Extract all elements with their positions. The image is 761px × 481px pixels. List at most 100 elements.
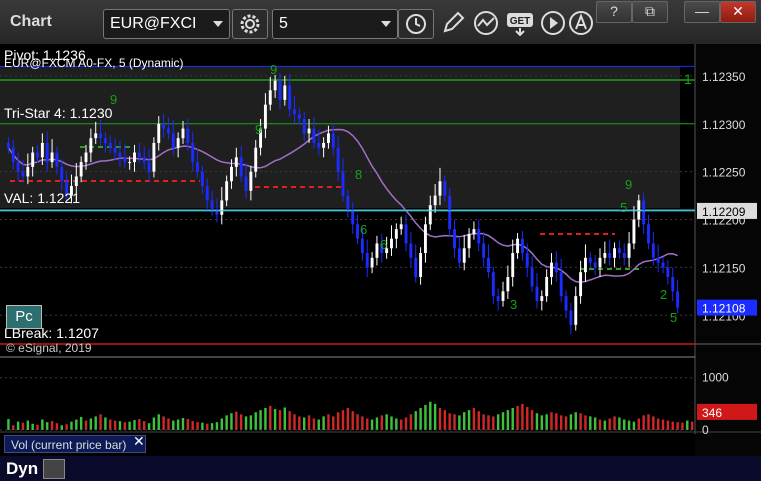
candle <box>613 248 616 258</box>
chevron-down-icon[interactable] <box>213 21 223 27</box>
candle <box>443 181 447 196</box>
candle <box>307 128 311 134</box>
lbreak-label: LBreak: 1.1207 <box>4 325 99 341</box>
candle <box>520 238 524 254</box>
candle <box>676 291 680 308</box>
candle <box>482 243 486 258</box>
candle <box>36 152 39 158</box>
pencil-icon[interactable] <box>440 10 466 36</box>
candle <box>239 157 243 177</box>
symbol-input[interactable]: EUR@FXCI <box>103 9 230 39</box>
y-tick-label: 1.12350 <box>702 70 746 84</box>
price-chart[interactable]: 99895632596 1.123501.123001.122501.12200… <box>0 44 761 456</box>
current-price-value: 1.12209 <box>702 205 746 219</box>
val-label: VAL: 1.1221 <box>4 190 81 206</box>
candle <box>574 296 578 325</box>
settings-button[interactable] <box>232 9 268 39</box>
candle <box>414 257 418 277</box>
candle <box>428 205 432 225</box>
candle <box>433 195 437 206</box>
play-icon[interactable] <box>540 10 566 36</box>
candle <box>477 229 481 244</box>
candle <box>346 195 350 210</box>
alert-icon[interactable] <box>568 10 594 36</box>
candle <box>186 128 190 143</box>
candle <box>6 142 10 148</box>
candle <box>103 138 107 143</box>
candle <box>569 310 573 325</box>
candle <box>225 181 229 201</box>
sequence-number: 5 <box>670 310 677 325</box>
dynamic-label[interactable]: Dyn <box>6 459 38 479</box>
candle <box>375 243 379 258</box>
title-bar: Chart EUR@FXCI 5 GET ? ⧉ — ✕ <box>0 0 761 45</box>
candle <box>564 296 568 311</box>
price-axis <box>695 44 761 456</box>
candle <box>647 224 650 244</box>
candle <box>249 171 253 191</box>
sequence-number: 9 <box>625 177 632 192</box>
symbol-value: EUR@FXCI <box>110 15 197 32</box>
candle <box>162 123 166 129</box>
svg-text:GET: GET <box>510 16 531 27</box>
candle <box>632 219 636 244</box>
candle <box>26 166 30 177</box>
close-button[interactable]: ✕ <box>720 1 756 23</box>
candle <box>31 152 35 167</box>
candle <box>399 224 403 230</box>
candle <box>419 253 423 277</box>
candle <box>220 200 224 215</box>
sequence-number: 9 <box>270 62 277 77</box>
candle <box>530 267 534 287</box>
candle <box>118 152 122 158</box>
get-data-icon[interactable]: GET <box>505 10 535 36</box>
candle <box>642 200 646 225</box>
candle <box>365 253 369 268</box>
candle <box>622 253 626 258</box>
candle <box>326 133 330 143</box>
candle <box>84 152 88 163</box>
candle <box>166 128 170 134</box>
candle <box>191 142 195 163</box>
candle <box>341 171 345 196</box>
candle <box>244 176 248 191</box>
time-button[interactable] <box>398 9 434 39</box>
candle <box>331 133 335 148</box>
dynamic-icon[interactable] <box>43 459 65 479</box>
candle <box>409 243 413 258</box>
candle <box>157 123 161 143</box>
sequence-number: 2 <box>660 287 667 302</box>
copyright: © eSignal, 2019 <box>6 341 92 355</box>
candle <box>302 119 306 134</box>
study-icon[interactable] <box>472 10 500 36</box>
candle <box>99 133 103 139</box>
candle <box>598 257 602 268</box>
candle <box>637 200 641 220</box>
clock-icon <box>406 14 426 34</box>
candle <box>491 272 495 297</box>
candle <box>50 152 54 163</box>
candle <box>273 80 277 91</box>
candle <box>40 142 44 158</box>
chevron-down-icon[interactable] <box>381 21 391 27</box>
candle <box>297 114 301 120</box>
candle <box>467 233 471 249</box>
candle <box>230 166 233 182</box>
sequence-number: 6 <box>380 237 387 252</box>
sequence-number: 9 <box>255 122 262 137</box>
candle <box>472 229 476 234</box>
tristar-label: Tri-Star 4: 1.1230 <box>4 105 113 121</box>
candle <box>89 138 93 153</box>
candle <box>671 276 675 292</box>
interval-input[interactable]: 5 <box>272 9 398 39</box>
help-button[interactable]: ? <box>596 1 632 23</box>
restore-button[interactable]: ⧉ <box>632 1 668 23</box>
candle <box>128 162 132 164</box>
minimize-button[interactable]: — <box>684 1 720 23</box>
candle <box>579 272 583 297</box>
candle <box>496 296 500 301</box>
candle <box>283 85 287 100</box>
candle <box>288 85 292 110</box>
candle <box>137 152 141 158</box>
close-icon[interactable]: ✕ <box>133 433 145 450</box>
